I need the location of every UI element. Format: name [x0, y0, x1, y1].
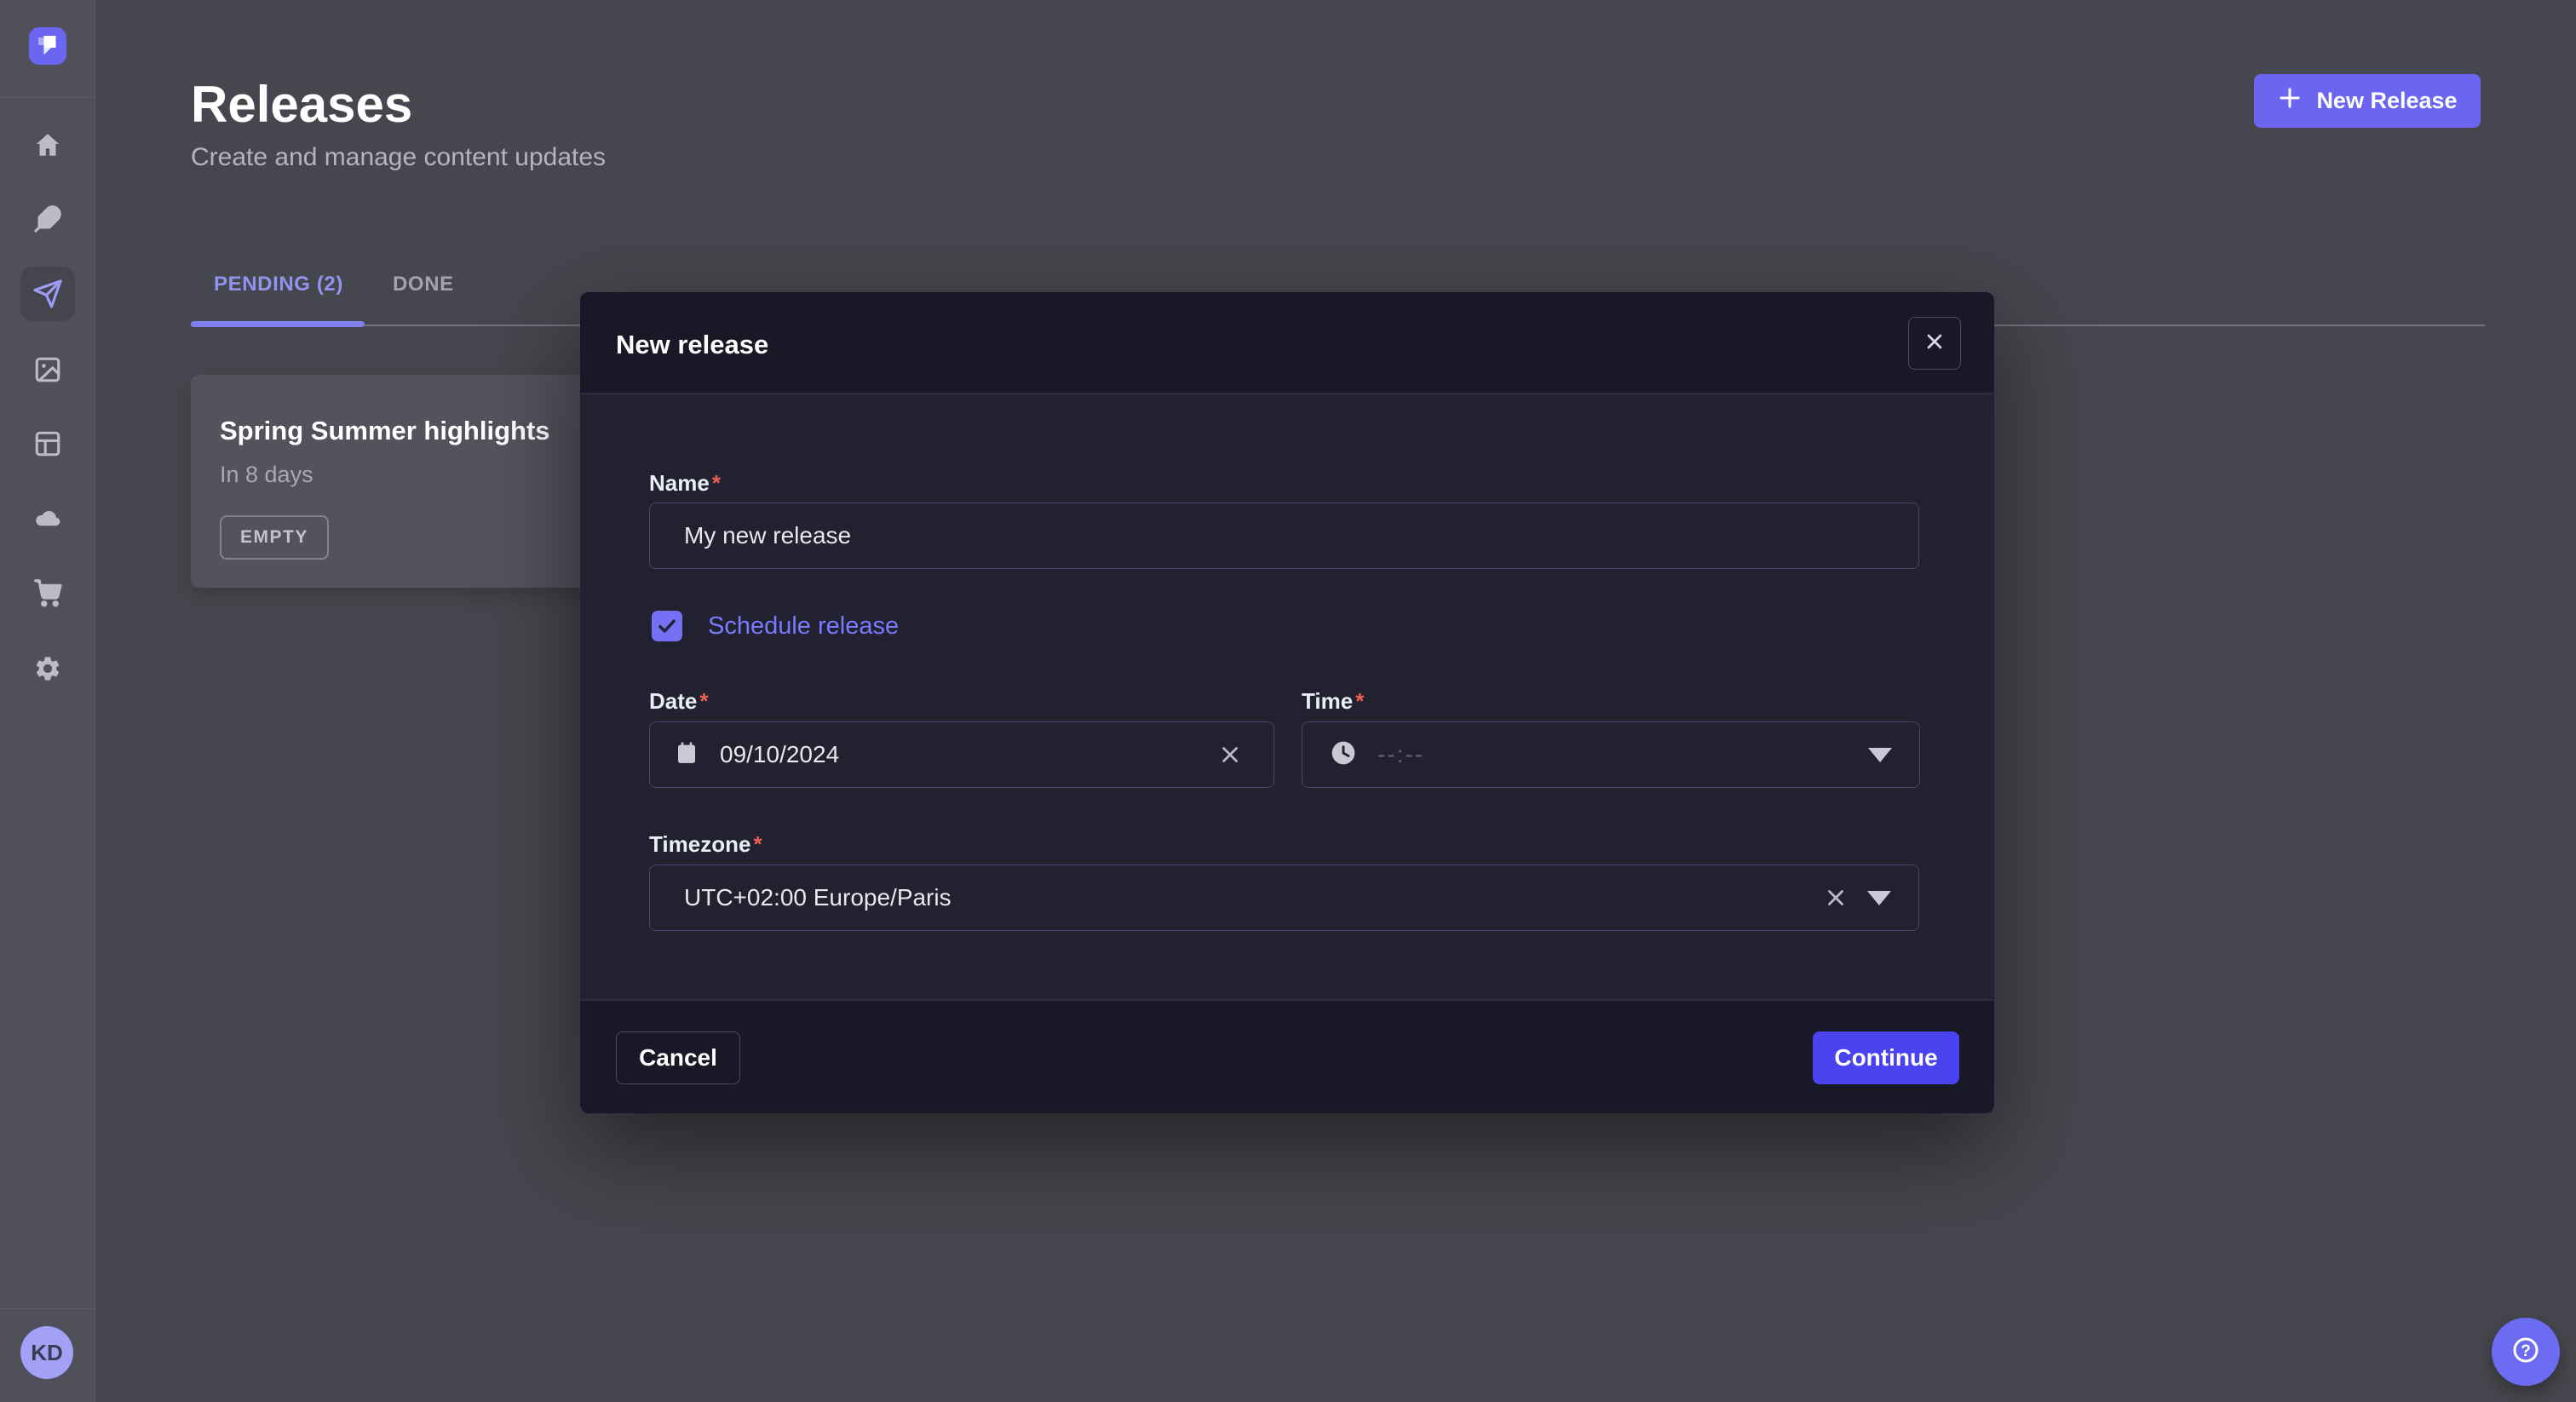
- active-tab-underline: [191, 321, 365, 327]
- sidebar-divider-bottom: [0, 1308, 95, 1309]
- chevron-down-icon[interactable]: [1867, 891, 1891, 905]
- clear-timezone-icon[interactable]: [1823, 885, 1849, 911]
- name-input-value: My new release: [684, 522, 851, 549]
- layout-icon: [33, 429, 62, 458]
- date-label: Date*: [649, 688, 708, 715]
- sidebar: KD: [0, 0, 95, 1402]
- sidebar-item-deploy[interactable]: [20, 491, 75, 545]
- required-mark: *: [712, 470, 721, 496]
- clear-date-icon[interactable]: [1217, 742, 1243, 767]
- gear-icon: [33, 654, 62, 683]
- strapi-logo-icon: [29, 26, 66, 67]
- new-release-button-label: New Release: [2316, 88, 2457, 114]
- cancel-button[interactable]: Cancel: [616, 1031, 740, 1084]
- tab-done[interactable]: DONE: [393, 273, 454, 296]
- user-avatar[interactable]: KD: [20, 1326, 73, 1379]
- timezone-select[interactable]: UTC+02:00 Europe/Paris: [649, 865, 1919, 931]
- release-card-status-badge: EMPTY: [220, 515, 329, 560]
- avatar-initials: KD: [31, 1340, 63, 1366]
- checkbox-checked-icon[interactable]: [652, 611, 682, 641]
- timezone-value: UTC+02:00 Europe/Paris: [684, 884, 952, 911]
- time-input-placeholder: --:--: [1377, 741, 1424, 768]
- release-card-due: In 8 days: [220, 462, 313, 488]
- required-mark: *: [699, 688, 708, 714]
- help-button[interactable]: ?: [2492, 1318, 2560, 1386]
- plus-icon: [2277, 85, 2303, 117]
- svg-text:?: ?: [2521, 1342, 2531, 1360]
- feather-icon: [33, 204, 62, 233]
- required-mark: *: [753, 831, 762, 857]
- chevron-down-icon[interactable]: [1868, 748, 1892, 762]
- new-release-button[interactable]: New Release: [2254, 74, 2481, 128]
- app-root: KD Releases Create and manage content up…: [0, 0, 2576, 1402]
- close-button[interactable]: [1908, 317, 1961, 370]
- schedule-release-checkbox-row[interactable]: Schedule release: [652, 611, 899, 641]
- sidebar-item-releases[interactable]: [20, 267, 75, 321]
- timezone-label-text: Timezone: [649, 831, 750, 857]
- app-logo[interactable]: [29, 27, 66, 65]
- name-label-text: Name: [649, 470, 710, 496]
- time-label-text: Time: [1302, 688, 1353, 714]
- name-label: Name*: [649, 470, 721, 497]
- close-icon: [1923, 330, 1946, 358]
- sidebar-item-marketplace[interactable]: [20, 566, 75, 620]
- sidebar-divider-top: [0, 97, 95, 98]
- modal-footer: Cancel Continue: [580, 999, 1994, 1113]
- clock-icon: [1330, 739, 1357, 771]
- sidebar-item-content-builder[interactable]: [20, 192, 75, 246]
- release-card-title: Spring Summer highlights: [220, 416, 550, 446]
- new-release-modal: New release Name* My new release Schedul…: [580, 292, 1994, 1113]
- tab-pending[interactable]: PENDING (2): [214, 273, 343, 296]
- help-icon: ?: [2506, 1330, 2545, 1374]
- calendar-icon: [674, 740, 699, 770]
- sidebar-item-home[interactable]: [20, 118, 75, 172]
- time-label: Time*: [1302, 688, 1364, 715]
- modal-header: New release: [580, 292, 1994, 394]
- page-subtitle: Create and manage content updates: [191, 143, 606, 172]
- date-input-value: 09/10/2024: [720, 741, 839, 768]
- cloud-icon: [33, 503, 62, 532]
- sidebar-item-media-library[interactable]: [20, 342, 75, 397]
- required-mark: *: [1355, 688, 1364, 714]
- date-input[interactable]: 09/10/2024: [649, 721, 1274, 788]
- schedule-release-label: Schedule release: [708, 612, 899, 641]
- images-icon: [33, 355, 62, 384]
- paper-plane-icon: [32, 279, 63, 309]
- date-label-text: Date: [649, 688, 697, 714]
- sidebar-item-content-manager[interactable]: [20, 417, 75, 471]
- sidebar-item-settings[interactable]: [20, 641, 75, 696]
- home-icon: [33, 130, 62, 159]
- continue-button[interactable]: Continue: [1813, 1031, 1959, 1084]
- time-input[interactable]: --:--: [1302, 721, 1920, 788]
- cart-icon: [33, 578, 62, 607]
- timezone-label: Timezone*: [649, 831, 762, 858]
- modal-title: New release: [616, 330, 768, 360]
- page-title: Releases: [191, 75, 412, 134]
- name-input[interactable]: My new release: [649, 503, 1919, 569]
